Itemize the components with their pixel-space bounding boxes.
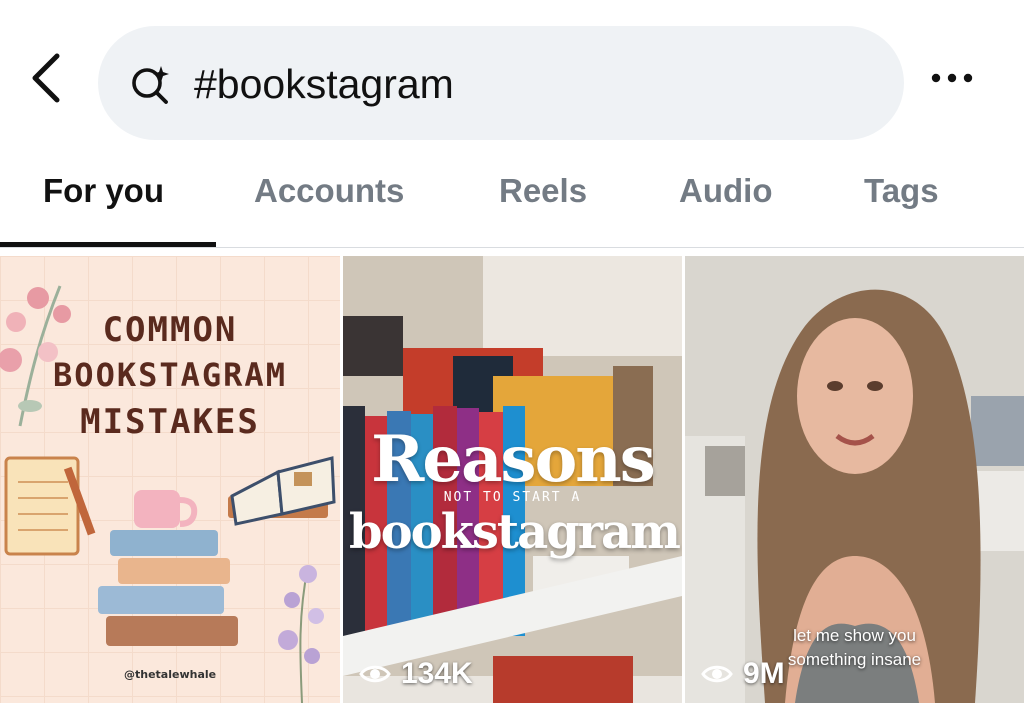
search-input[interactable]	[194, 56, 874, 112]
tab-audio[interactable]: Audio	[679, 172, 772, 210]
tab-bar: For you Accounts Reels Audio Tags	[0, 158, 1024, 248]
more-options-button[interactable]	[924, 58, 980, 98]
tab-divider	[0, 247, 1024, 248]
eye-icon	[701, 665, 733, 683]
tile-title-reasons: Reasons	[371, 422, 656, 497]
tab-reels[interactable]: Reels	[499, 172, 587, 210]
view-count: 134K	[359, 657, 473, 691]
notebook-illustration	[4, 456, 96, 556]
tile-title-line: MISTAKES	[80, 402, 260, 442]
search-bar[interactable]	[98, 26, 904, 140]
tab-for-you[interactable]: For you	[43, 172, 164, 210]
view-count-text: 9M	[743, 657, 785, 690]
result-tile-2[interactable]: Reasons NOT TO START A bookstagram 134K	[343, 256, 682, 703]
lilac-flower-illustration	[278, 565, 324, 703]
result-tile-3[interactable]: let me show you something insane 9M	[685, 256, 1024, 703]
tab-tags[interactable]: Tags	[864, 172, 939, 210]
tile-title-line: BOOKSTAGRAM	[53, 356, 287, 394]
search-sparkle-icon	[132, 66, 169, 104]
chevron-left-icon	[32, 53, 60, 103]
view-count-text: 134K	[401, 657, 473, 690]
tile-subtitle: NOT TO START A	[443, 490, 582, 505]
view-count: 9M	[701, 657, 785, 691]
back-button[interactable]	[22, 50, 68, 106]
creator-handle: @thetalewhale	[124, 668, 217, 681]
book-stack-illustration	[98, 490, 238, 646]
more-horizontal-icon	[931, 73, 973, 83]
eye-icon	[359, 665, 391, 683]
tab-accounts[interactable]: Accounts	[254, 172, 404, 210]
tile-title-line: COMMON	[102, 310, 238, 350]
tile-title-bookstagram: bookstagram	[349, 504, 681, 560]
result-tile-1[interactable]: COMMON BOOKSTAGRAM MISTAKES @thetalewhal…	[0, 256, 340, 703]
video-caption-line: let me show you	[793, 626, 916, 645]
